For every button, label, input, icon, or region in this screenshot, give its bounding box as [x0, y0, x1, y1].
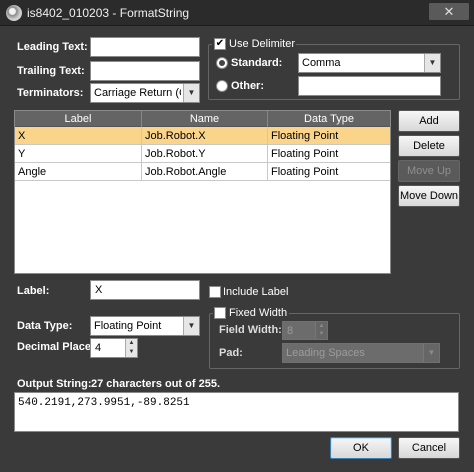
chevron-down-icon[interactable]: ▼	[423, 344, 439, 362]
app-gear-icon	[6, 5, 22, 21]
window-title: is8402_010203 - FormatString	[27, 6, 190, 20]
fields-table[interactable]: Label Name Data Type X Job.Robot.X Float…	[14, 110, 391, 274]
caret-down-icon[interactable]: ▼	[316, 330, 327, 338]
use-delimiter-checkbox[interactable]: ✔	[214, 38, 226, 50]
other-delimiter-input[interactable]	[298, 76, 441, 96]
leading-text-label: Leading Text:	[17, 41, 88, 53]
cell-name: Job.Robot.X	[142, 127, 268, 145]
output-string-box[interactable]: 540.2191,273.9951,-89.8251	[14, 392, 459, 432]
include-label-checkbox[interactable]	[209, 286, 221, 298]
standard-delimiter-select[interactable]: Comma ▼	[298, 53, 441, 73]
caret-up-icon[interactable]: ▲	[316, 322, 327, 330]
fixed-width-label: Fixed Width	[229, 307, 288, 319]
field-width-stepper[interactable]: 8 ▲ ▼	[282, 321, 328, 340]
other-radio[interactable]	[216, 80, 228, 92]
data-type-select[interactable]: Floating Point ▼	[90, 316, 200, 336]
ok-button[interactable]: OK	[330, 437, 392, 459]
standard-radio[interactable]	[216, 57, 228, 69]
label-input[interactable]: X	[90, 280, 200, 300]
move-up-button[interactable]: Move Up	[398, 160, 460, 182]
pad-select[interactable]: Leading Spaces ▼	[282, 343, 440, 363]
trailing-text-label: Trailing Text:	[17, 65, 85, 77]
stepper-arrows[interactable]: ▲ ▼	[315, 322, 327, 339]
chevron-down-icon[interactable]: ▼	[424, 54, 440, 72]
field-width-value: 8	[287, 325, 294, 337]
cancel-button[interactable]: Cancel	[398, 437, 460, 459]
cell-data-type: Floating Point	[271, 166, 339, 178]
table-header: Label Name Data Type	[15, 111, 390, 127]
cell-label: Angle	[15, 163, 142, 181]
column-header-label[interactable]: Label	[15, 111, 142, 127]
terminators-select[interactable]: Carriage Return (CR) ▼	[90, 83, 200, 103]
output-char-count: 27 characters out of 255.	[91, 378, 221, 390]
delete-button[interactable]: Delete	[398, 135, 460, 157]
label-label: Label:	[17, 285, 50, 297]
decimal-places-label: Decimal Places:	[17, 341, 101, 353]
trailing-text-input[interactable]	[90, 61, 200, 81]
decimal-places-value: 4	[95, 342, 102, 354]
cell-label: Y	[15, 145, 142, 163]
output-string-label: Output String:	[17, 378, 92, 390]
column-header-name[interactable]: Name	[142, 111, 268, 127]
standard-delimiter-value: Comma	[302, 57, 341, 69]
cell-data-type: Floating Point	[271, 148, 339, 160]
fixed-width-checkbox[interactable]	[214, 307, 226, 319]
standard-label: Standard:	[231, 57, 283, 69]
stepper-arrows[interactable]: ▲ ▼	[125, 339, 137, 357]
other-label: Other:	[231, 80, 264, 92]
title-bar: is8402_010203 - FormatString ✕	[0, 0, 474, 26]
cell-name: Job.Robot.Y	[142, 145, 268, 163]
column-header-data-type[interactable]: Data Type	[268, 111, 390, 127]
cell-name: Job.Robot.Angle	[142, 163, 268, 181]
cell-label: X	[15, 127, 142, 145]
table-row[interactable]: Y Job.Robot.Y Floating Point	[15, 145, 390, 163]
table-row[interactable]: X Job.Robot.X Floating Point	[15, 127, 390, 145]
close-button[interactable]: ✕	[428, 2, 470, 21]
cell-data-type: Floating Point	[271, 130, 339, 142]
leading-text-input[interactable]	[90, 37, 200, 57]
include-label-label: Include Label	[223, 286, 289, 298]
caret-down-icon[interactable]: ▼	[126, 348, 137, 357]
pad-value: Leading Spaces	[286, 347, 365, 359]
chevron-down-icon[interactable]: ▼	[183, 317, 199, 335]
chevron-down-icon[interactable]: ▼	[183, 84, 199, 102]
pad-label: Pad:	[219, 347, 243, 359]
terminators-value: Carriage Return (CR)	[94, 87, 181, 99]
data-type-label: Data Type:	[17, 320, 73, 332]
add-button[interactable]: Add	[398, 110, 460, 132]
decimal-places-stepper[interactable]: 4 ▲ ▼	[90, 338, 138, 358]
table-row[interactable]: Angle Job.Robot.Angle Floating Point	[15, 163, 390, 181]
output-string-value: 540.2191,273.9951,-89.8251	[18, 397, 190, 409]
use-delimiter-label: Use Delimiter	[229, 38, 296, 50]
caret-up-icon[interactable]: ▲	[126, 339, 137, 348]
field-width-label: Field Width:	[219, 324, 282, 336]
move-down-button[interactable]: Move Down	[398, 185, 460, 207]
terminators-label: Terminators:	[17, 87, 84, 99]
data-type-value: Floating Point	[94, 320, 162, 332]
